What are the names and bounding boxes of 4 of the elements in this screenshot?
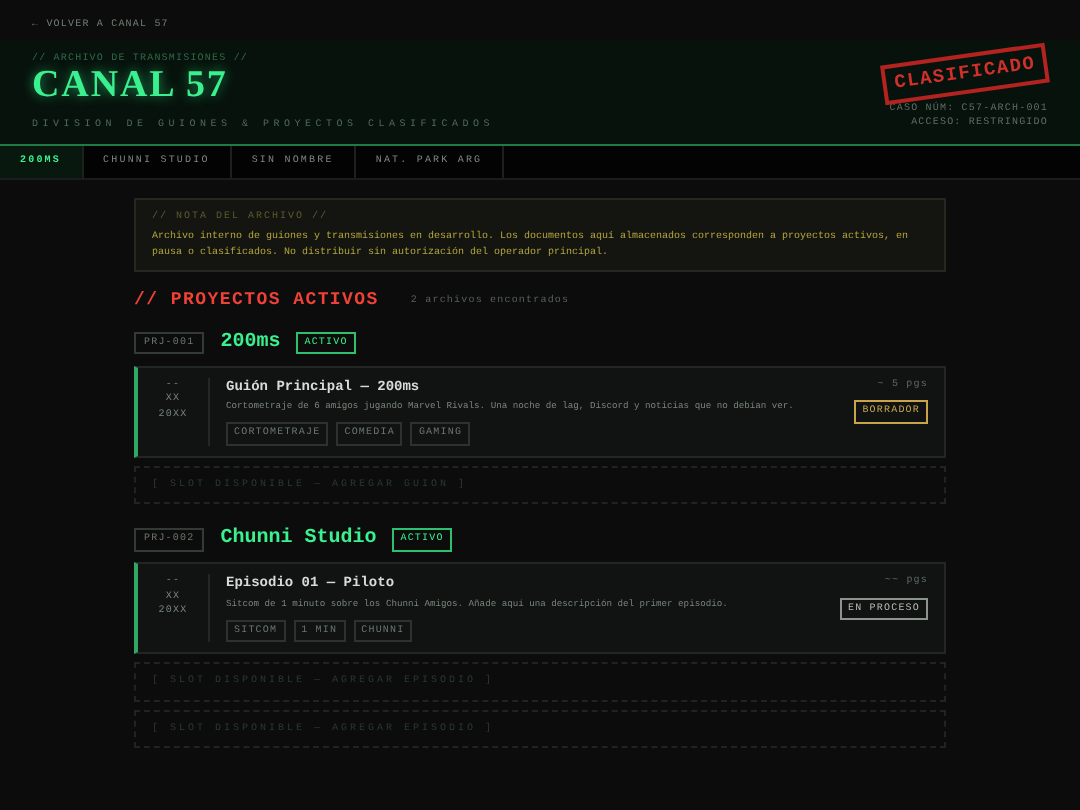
section-title: // PROYECTOS ACTIVOS	[134, 288, 379, 315]
project-name: 200ms	[220, 329, 281, 358]
project-name: Chunni Studio	[220, 525, 377, 555]
site-title: CANAL 57	[32, 66, 230, 108]
